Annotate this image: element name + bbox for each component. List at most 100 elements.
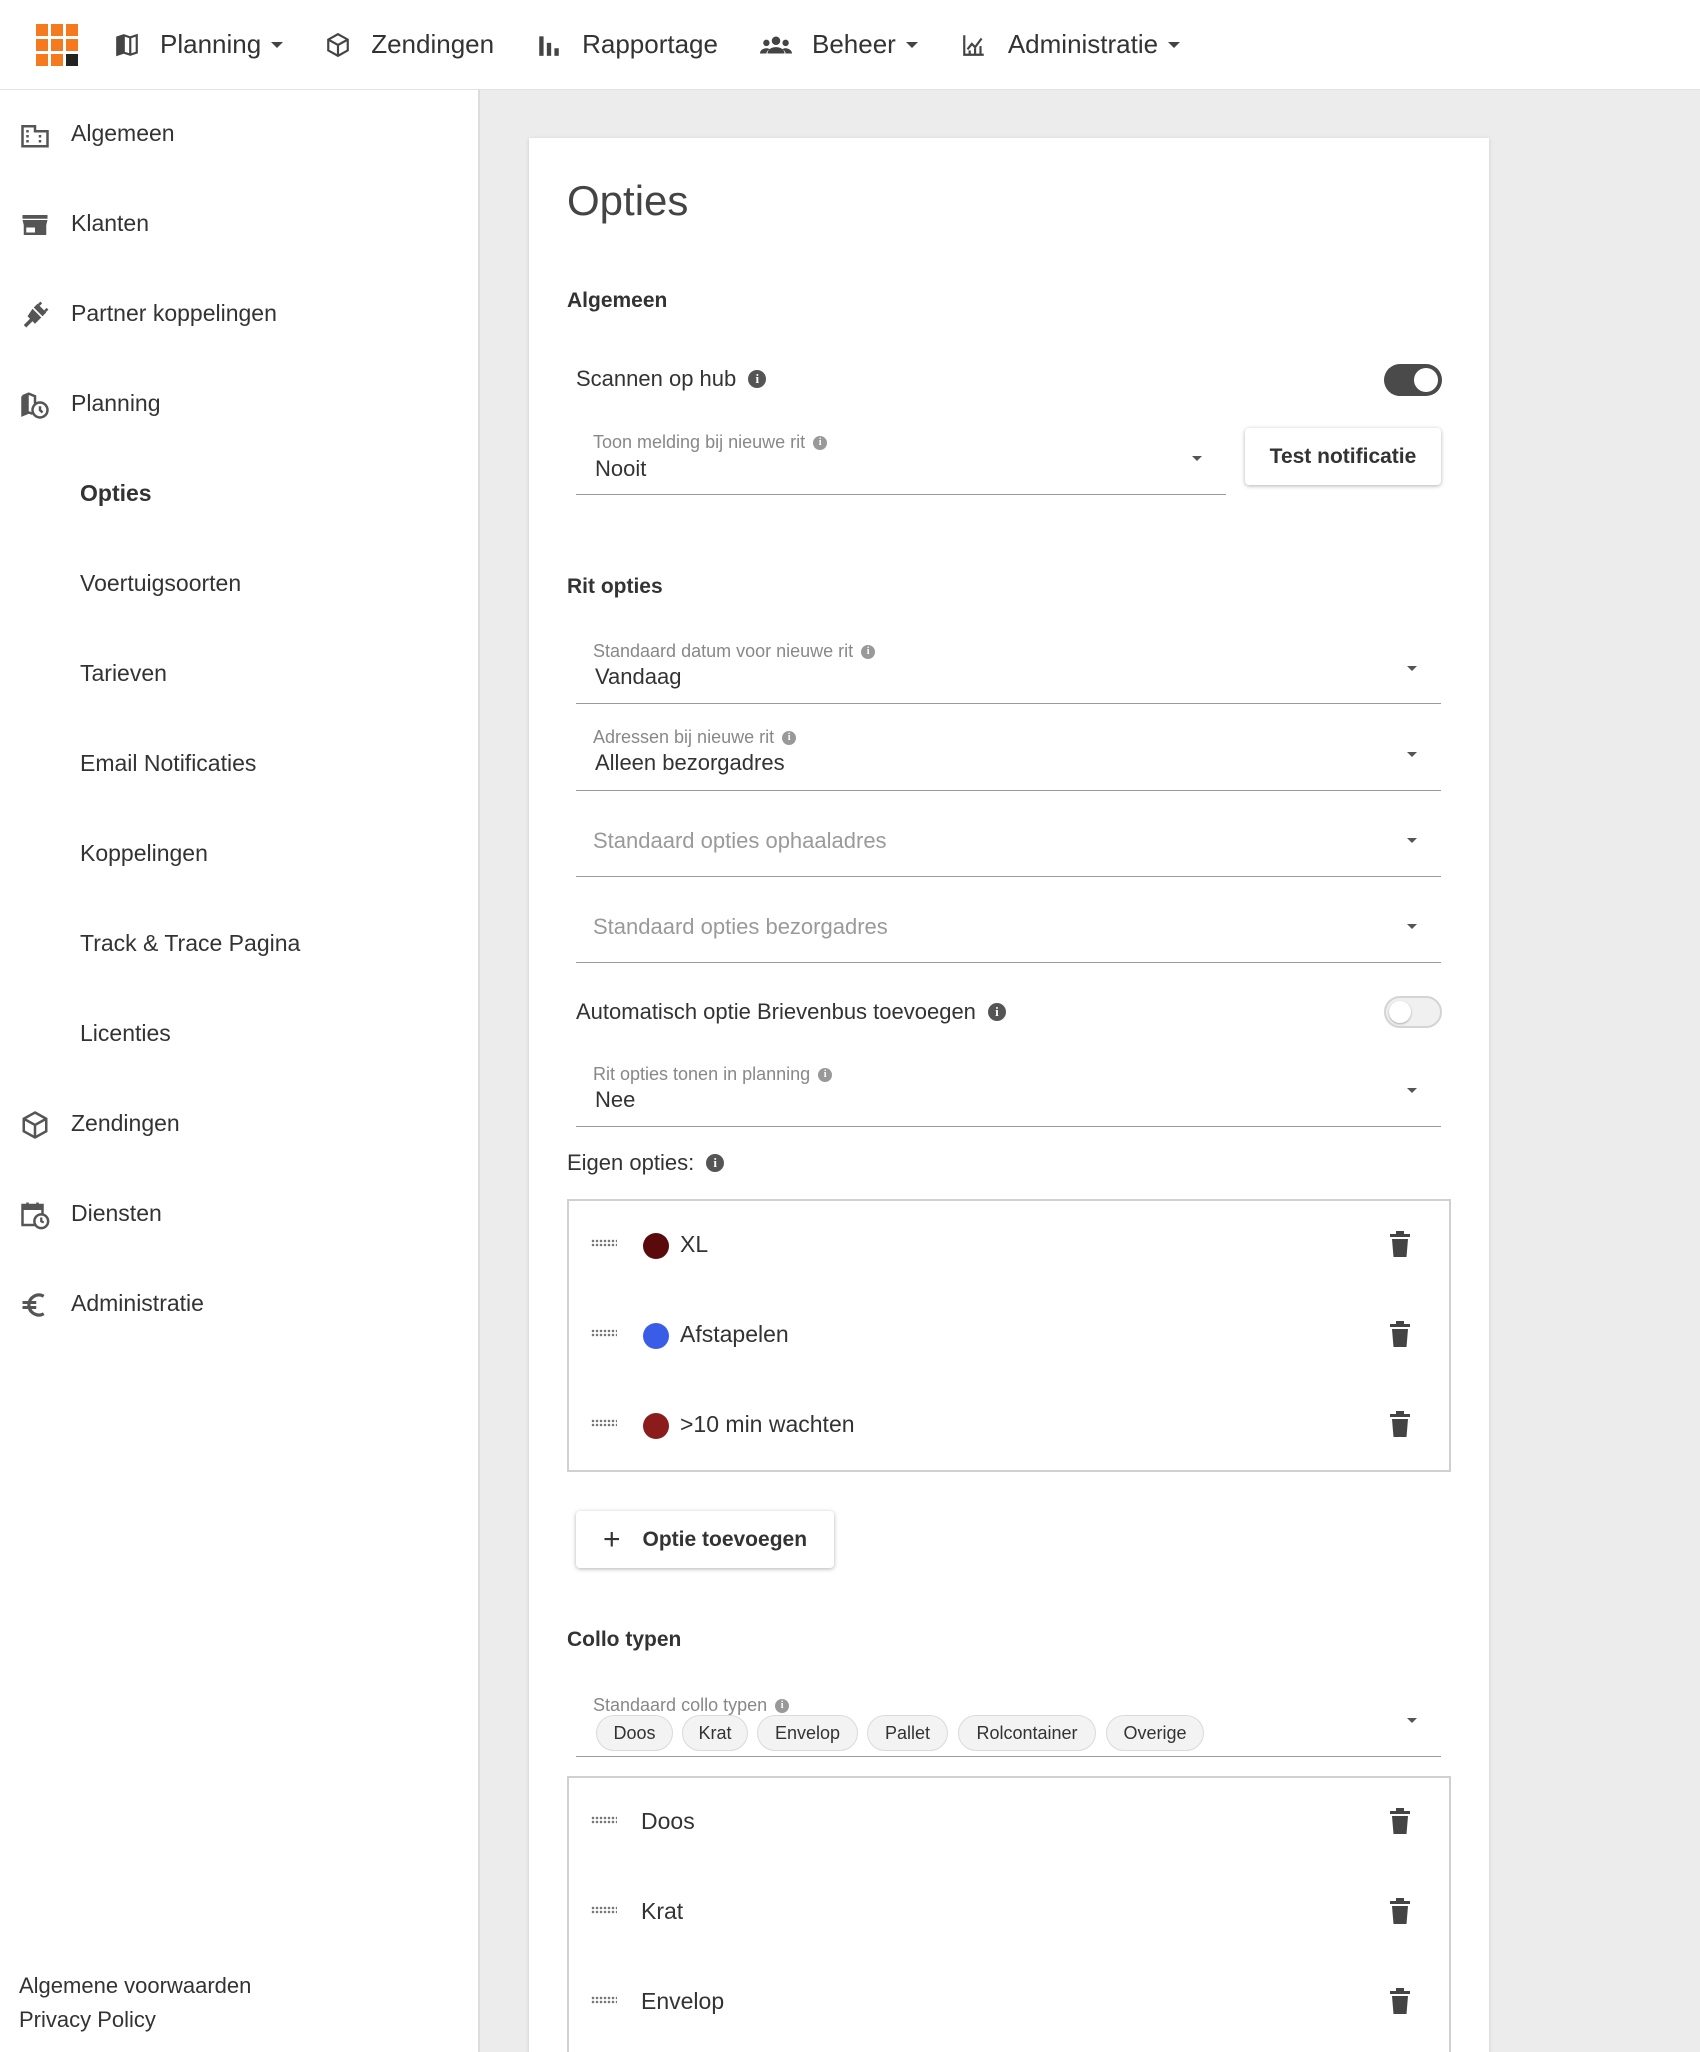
list-item[interactable]: XL [569, 1201, 1449, 1291]
color-dot [643, 1233, 669, 1259]
sidebar-item-diensten[interactable]: Diensten [0, 1178, 478, 1248]
collo-chip[interactable]: Rolcontainer [958, 1715, 1096, 1751]
notify-select-label: Toon melding bij nieuwe rit [593, 432, 806, 452]
sidebar-item-track-trace[interactable]: Track & Trace Pagina [0, 908, 478, 978]
sidebar-item-licenties[interactable]: Licenties [0, 998, 478, 1068]
dropdown-arrow-icon [1192, 456, 1202, 461]
info-icon[interactable]: i [987, 1003, 1006, 1021]
test-notification-button[interactable]: Test notificatie [1245, 428, 1441, 485]
chevron-down-icon [271, 41, 284, 48]
notify-select[interactable]: Toon melding bij nieuwe rit i Nooit [576, 424, 1226, 495]
delivery-options-placeholder: Standaard opties bezorgadres [593, 914, 888, 939]
trash-icon[interactable] [1389, 1898, 1411, 1924]
trash-icon[interactable] [1389, 1411, 1411, 1437]
sidebar-item-label: Klanten [71, 209, 150, 236]
nav-planning[interactable]: Planning [114, 29, 284, 60]
sidebar-item-administratie[interactable]: Administratie [0, 1268, 478, 1338]
sidebar-item-algemeen[interactable]: Algemeen [0, 98, 478, 168]
drag-handle-icon[interactable] [591, 1906, 617, 1914]
collo-chip[interactable]: Doos [596, 1715, 673, 1751]
drag-handle-icon[interactable] [591, 1816, 617, 1824]
info-icon[interactable]: i [775, 1698, 790, 1713]
nav-rapportage[interactable]: Rapportage [536, 29, 718, 60]
list-item[interactable]: Envelop [569, 1958, 1449, 2048]
map-icon [116, 33, 138, 56]
scan-hub-row: Scannen op hub i [576, 366, 767, 392]
terms-link[interactable]: Algemene voorwaarden [19, 1973, 251, 1999]
pickup-options-select[interactable]: Standaard opties ophaaladres [576, 806, 1441, 877]
scan-hub-label: Scannen op hub [576, 366, 737, 391]
addresses-select[interactable]: Adressen bij nieuwe rit i Alleen bezorgad… [576, 720, 1441, 791]
trash-icon[interactable] [1389, 1231, 1411, 1257]
collo-chip[interactable]: Overige [1106, 1715, 1204, 1751]
euro-icon [22, 1293, 45, 1317]
info-icon[interactable]: i [813, 435, 828, 450]
sidebar-item-label: Voertuigsoorten [80, 569, 242, 596]
plug-icon [23, 301, 49, 328]
sidebar-item-opties[interactable]: Opties [0, 458, 478, 528]
logo-square [51, 53, 63, 66]
map-clock-icon [21, 392, 49, 419]
default-collo-label-wrap: Standaard collo typen i [593, 1695, 790, 1716]
list-item[interactable]: >10 min wachten [569, 1381, 1449, 1471]
info-icon[interactable]: i [861, 644, 876, 659]
sidebar-item-voertuigsoorten[interactable]: Voertuigsoorten [0, 548, 478, 618]
notify-select-label-wrap: Toon melding bij nieuwe rit i [593, 432, 828, 453]
drag-handle-icon[interactable] [591, 1996, 617, 2004]
trash-icon[interactable] [1389, 1321, 1411, 1347]
logo-square [51, 38, 63, 51]
custom-options-heading: Eigen opties: i [567, 1150, 725, 1176]
info-icon[interactable]: i [748, 370, 767, 388]
sidebar-item-planning[interactable]: Planning [0, 368, 478, 438]
sidebar-item-klanten[interactable]: Klanten [0, 188, 478, 258]
sidebar-item-tarieven[interactable]: Tarieven [0, 638, 478, 708]
trash-icon[interactable] [1389, 1988, 1411, 2014]
box-icon [22, 1111, 48, 1139]
pickup-options-placeholder: Standaard opties ophaaladres [593, 828, 887, 853]
scan-hub-toggle[interactable] [1384, 364, 1442, 396]
top-navbar: Planning Zendingen Rapportage Beheer Adm… [0, 0, 1700, 90]
collo-chip[interactable]: Envelop [757, 1715, 858, 1751]
info-icon[interactable]: i [706, 1154, 725, 1172]
people-icon [759, 35, 792, 54]
delivery-options-select[interactable]: Standaard opties bezorgadres [576, 892, 1441, 963]
collo-chip[interactable]: Pallet [867, 1715, 948, 1751]
sidebar-item-zendingen[interactable]: Zendingen [0, 1088, 478, 1158]
sidebar-item-email-notificaties[interactable]: Email Notificaties [0, 728, 478, 798]
show-options-value: Nee [595, 1087, 636, 1112]
dropdown-arrow-icon [1407, 752, 1417, 757]
sidebar-item-koppelingen[interactable]: Koppelingen [0, 818, 478, 888]
nav-administratie[interactable]: Administratie [960, 29, 1181, 60]
option-label: >10 min wachten [680, 1411, 855, 1437]
info-icon[interactable]: i [782, 730, 797, 745]
app-logo[interactable] [36, 23, 78, 66]
mailbox-toggle[interactable] [1384, 996, 1442, 1028]
list-item[interactable]: Afstapelen [569, 1291, 1449, 1381]
section-heading-collo: Collo typen [567, 1628, 682, 1651]
drag-handle-icon[interactable] [591, 1329, 617, 1337]
trash-icon[interactable] [1389, 1808, 1411, 1834]
sidebar: Algemeen Klanten Partner koppelingen Pla… [0, 90, 480, 2052]
nav-zendingen[interactable]: Zendingen [325, 29, 494, 60]
default-date-select[interactable]: Standaard datum voor nieuwe rit i Vandaag [576, 634, 1441, 704]
drag-handle-icon[interactable] [591, 1239, 617, 1247]
show-options-select[interactable]: Rit opties tonen in planning i Nee [576, 1058, 1441, 1127]
notify-select-value: Nooit [595, 456, 647, 481]
collo-chip[interactable]: Krat [682, 1715, 748, 1751]
drag-handle-icon[interactable] [591, 1419, 617, 1427]
dropdown-arrow-icon [1407, 666, 1417, 671]
nav-beheer[interactable]: Beheer [759, 29, 918, 60]
info-icon[interactable]: i [818, 1067, 833, 1082]
collo-type-label: Krat [641, 1898, 684, 1924]
section-heading-rit-opties: Rit opties [567, 575, 663, 598]
logo-square [66, 38, 78, 51]
list-item[interactable]: Doos [569, 1778, 1449, 1868]
collo-type-label: Doos [641, 1808, 695, 1834]
addresses-value: Alleen bezorgadres [595, 750, 785, 775]
sidebar-item-partner-koppelingen[interactable]: Partner koppelingen [0, 278, 478, 348]
add-option-button[interactable]: + Optie toevoegen [576, 1511, 834, 1568]
list-item[interactable]: Krat [569, 1868, 1449, 1958]
logo-square [66, 53, 78, 66]
privacy-link[interactable]: Privacy Policy [19, 2007, 156, 2033]
nav-zendingen-label: Zendingen [371, 29, 495, 59]
